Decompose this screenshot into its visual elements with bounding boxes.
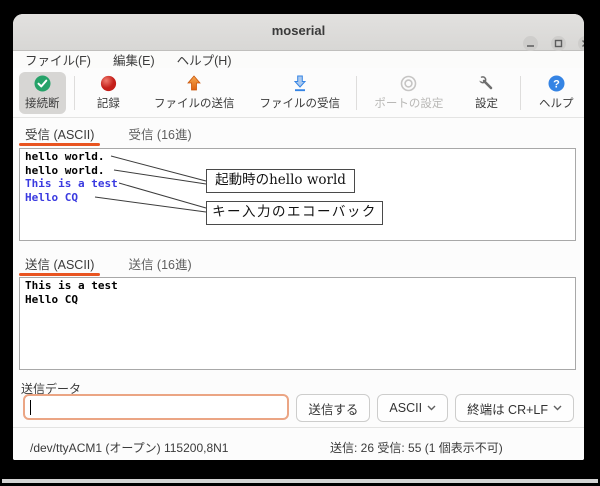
send-file-button[interactable]: ファイルの送信 [146, 72, 242, 114]
tab-receive-hex[interactable]: 受信 (16進) [122, 120, 197, 146]
encoding-value: ASCII [389, 401, 422, 415]
annotation-boot-hello: 起動時のhello world [206, 169, 355, 193]
sent-line: This is a test [25, 279, 575, 293]
annotation-key-echo: キー入力のエコーバック [206, 201, 383, 225]
send-text-area[interactable]: This is a test Hello CQ [19, 277, 576, 370]
text-caret [30, 400, 31, 415]
encoding-dropdown[interactable]: ASCII [377, 394, 448, 422]
send-file-label: ファイルの送信 [154, 95, 235, 111]
port-setup-button: ポートの設定 [364, 72, 453, 114]
line-ending-value: 終端は CR+LF [467, 399, 548, 418]
send-data-row: 送信する ASCII 終端は CR+LF [23, 394, 574, 422]
menu-edit[interactable]: 編集(E) [113, 50, 155, 69]
titlebar[interactable]: moserial [13, 14, 584, 51]
statusbar: /dev/ttyACM1 (オープン) 115200,8N1 送信: 26 受信… [13, 427, 584, 460]
tab-receive-ascii[interactable]: 受信 (ASCII) [19, 120, 100, 146]
settings-button[interactable]: 設定 [461, 72, 511, 114]
port-settings-icon [400, 75, 417, 92]
port-setup-label: ポートの設定 [374, 95, 443, 111]
tx-rx-counters: 送信: 26 受信: 55 (1 個表示不可) [330, 439, 503, 456]
send-data-input[interactable] [23, 394, 289, 420]
settings-label: 設定 [475, 95, 498, 111]
toolbar-separator [520, 76, 521, 110]
port-status: /dev/ttyACM1 (オープン) 115200,8N1 [30, 439, 228, 456]
chevron-down-icon [427, 405, 436, 411]
disconnect-button[interactable]: 接続断 [19, 72, 66, 114]
record-label: 記録 [97, 95, 120, 111]
help-label: ヘルプ [539, 95, 574, 111]
tab-send-hex[interactable]: 送信 (16進) [122, 250, 197, 276]
wrench-icon [478, 75, 495, 92]
toolbar: 接続断 記録 ファイルの送信 [13, 68, 584, 118]
connected-check-icon [34, 75, 51, 92]
received-line: hello world. [25, 150, 575, 164]
screen: moserial ファイル(F) 編集(E) ヘルプ [0, 0, 600, 486]
record-icon [100, 75, 117, 92]
send-button[interactable]: 送信する [296, 394, 370, 422]
menubar: ファイル(F) 編集(E) ヘルプ(H) [13, 51, 584, 68]
minimize-icon [526, 39, 535, 48]
send-button-label: 送信する [308, 399, 358, 418]
close-button[interactable] [578, 36, 584, 51]
toolbar-separator [74, 76, 75, 110]
download-arrow-icon [292, 75, 308, 92]
sent-line: Hello CQ [25, 293, 575, 307]
minimize-button[interactable] [523, 36, 538, 51]
disconnect-label: 接続断 [25, 95, 60, 111]
record-button[interactable]: 記録 [82, 72, 134, 114]
close-icon [581, 39, 584, 48]
upload-arrow-icon [186, 75, 202, 92]
help-icon: ? [548, 75, 565, 92]
chevron-down-icon [553, 405, 562, 411]
tab-send-ascii[interactable]: 送信 (ASCII) [19, 250, 100, 276]
toolbar-separator [356, 76, 357, 110]
maximize-button[interactable] [551, 36, 566, 51]
send-tabs: 送信 (ASCII) 送信 (16進) [19, 250, 198, 276]
moserial-window: moserial ファイル(F) 編集(E) ヘルプ [13, 14, 584, 460]
svg-text:?: ? [553, 78, 560, 90]
receive-file-label: ファイルの受信 [260, 95, 341, 111]
menu-help[interactable]: ヘルプ(H) [177, 50, 232, 69]
line-ending-dropdown[interactable]: 終端は CR+LF [455, 394, 574, 422]
receive-text-area[interactable]: hello world. hello world. This is a test… [19, 148, 576, 241]
menu-file[interactable]: ファイル(F) [25, 50, 91, 69]
receive-file-button[interactable]: ファイルの受信 [252, 72, 348, 114]
receive-tabs: 受信 (ASCII) 受信 (16進) [19, 120, 198, 146]
window-title: moserial [13, 23, 584, 38]
bottom-edge-strip [2, 479, 598, 483]
maximize-icon [554, 39, 563, 48]
help-button[interactable]: ? ヘルプ [529, 72, 584, 114]
